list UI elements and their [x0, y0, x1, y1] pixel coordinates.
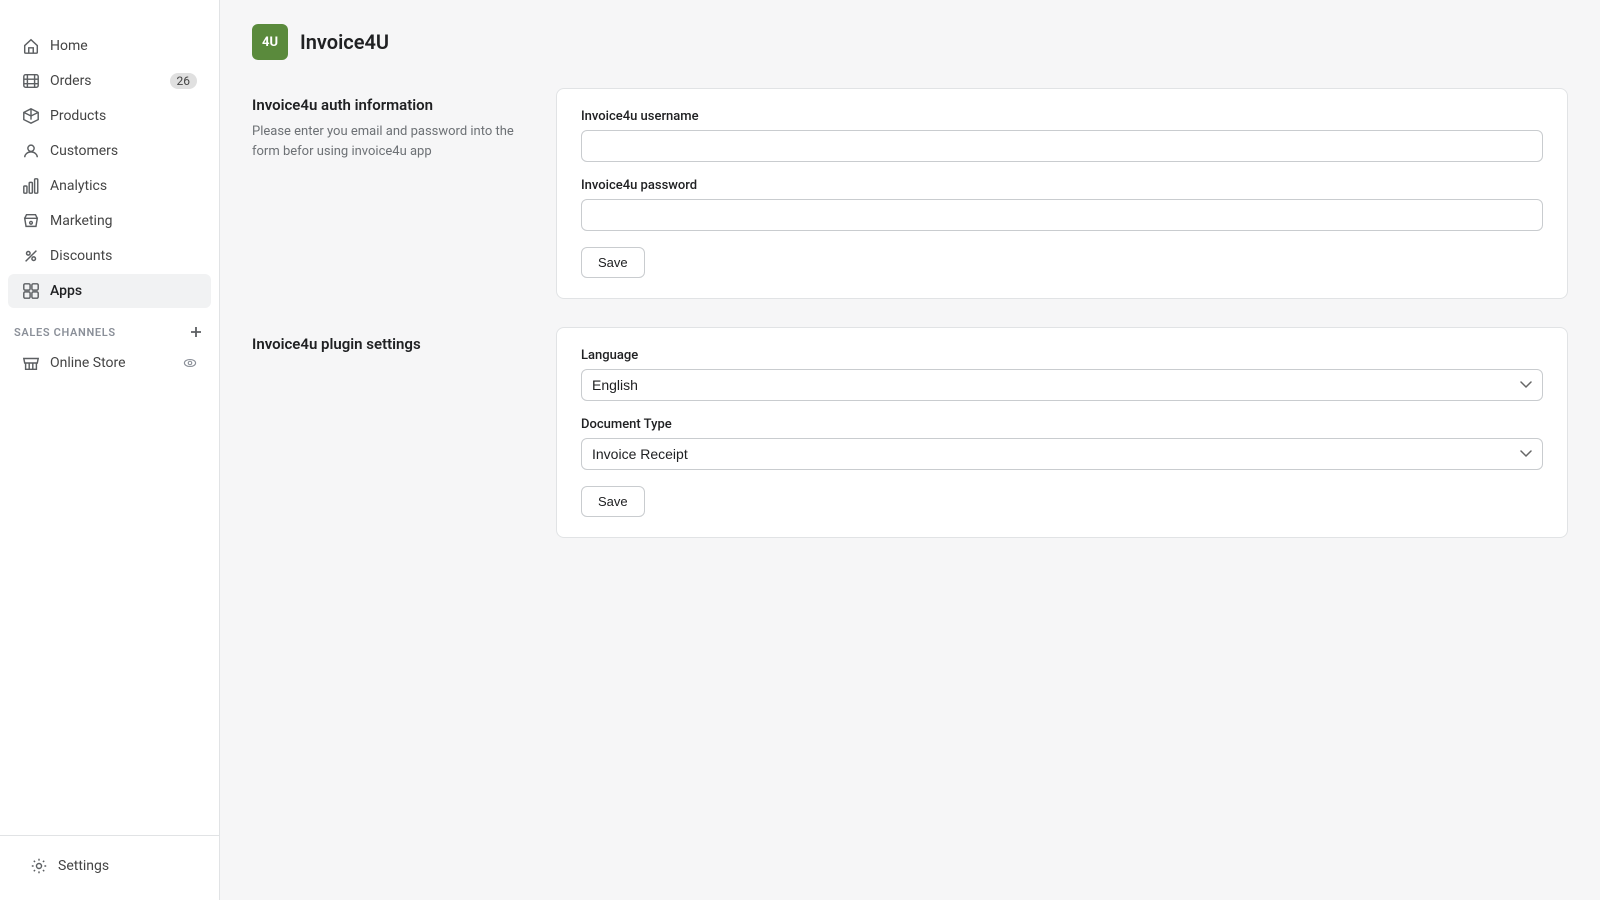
username-input[interactable] — [581, 130, 1543, 162]
password-group: Invoice4u password — [581, 178, 1543, 231]
customers-icon — [22, 142, 40, 160]
document-type-group: Document Type Invoice Receipt Invoice Re… — [581, 417, 1543, 470]
auth-section-text: Please enter you email and password into… — [252, 122, 532, 161]
marketing-icon — [22, 212, 40, 230]
sidebar-nav: Home Orders 26 Products — [0, 24, 219, 835]
analytics-icon — [22, 177, 40, 195]
sidebar-item-marketing[interactable]: Marketing — [8, 204, 211, 238]
username-label: Invoice4u username — [581, 109, 1543, 124]
auth-card: Invoice4u username Invoice4u password Sa… — [556, 88, 1568, 299]
sidebar-top — [0, 0, 219, 24]
sidebar-item-online-store[interactable]: Online Store — [8, 346, 211, 380]
sales-channels-section: SALES CHANNELS — [0, 309, 219, 345]
discounts-icon — [22, 247, 40, 265]
sidebar-item-label: Products — [50, 108, 106, 124]
sidebar-item-customers[interactable]: Customers — [8, 134, 211, 168]
sidebar-item-label: Analytics — [50, 178, 107, 194]
app-logo: 4U — [252, 24, 288, 60]
username-group: Invoice4u username — [581, 109, 1543, 162]
sales-channels-label: SALES CHANNELS — [14, 326, 116, 339]
document-type-label: Document Type — [581, 417, 1543, 432]
sidebar-item-discounts[interactable]: Discounts — [8, 239, 211, 273]
sidebar-item-products[interactable]: Products — [8, 99, 211, 133]
app-header: 4U Invoice4U — [252, 24, 1568, 60]
online-store-visibility-icon — [183, 356, 197, 370]
orders-badge: 26 — [170, 73, 198, 89]
language-select[interactable]: English Hebrew Arabic — [581, 369, 1543, 401]
sidebar-item-label: Discounts — [50, 248, 112, 264]
sidebar-item-label: Customers — [50, 143, 118, 159]
password-label: Invoice4u password — [581, 178, 1543, 193]
language-label: Language — [581, 348, 1543, 363]
sidebar: Home Orders 26 Products — [0, 0, 220, 900]
document-type-select[interactable]: Invoice Receipt Invoice Receipt — [581, 438, 1543, 470]
sidebar-item-label: Home — [50, 38, 88, 54]
sidebar-item-apps[interactable]: Apps — [8, 274, 211, 308]
settings-icon — [30, 857, 48, 875]
password-input[interactable] — [581, 199, 1543, 231]
plugin-section-title: Invoice4u plugin settings — [252, 335, 532, 353]
auth-section-title: Invoice4u auth information — [252, 96, 532, 114]
plugin-section: Invoice4u plugin settings Language Engli… — [252, 327, 1568, 558]
plugin-section-form: Language English Hebrew Arabic Document … — [556, 327, 1568, 558]
add-sales-channel-button[interactable] — [187, 323, 205, 341]
home-icon — [22, 37, 40, 55]
sidebar-item-analytics[interactable]: Analytics — [8, 169, 211, 203]
auth-section-form: Invoice4u username Invoice4u password Sa… — [556, 88, 1568, 319]
sidebar-item-label: Orders — [50, 73, 92, 89]
apps-icon — [22, 282, 40, 300]
products-icon — [22, 107, 40, 125]
sidebar-item-home[interactable]: Home — [8, 29, 211, 63]
sidebar-item-settings[interactable]: Settings — [16, 849, 203, 883]
auth-section-description: Invoice4u auth information Please enter … — [252, 88, 532, 161]
plugin-save-button[interactable]: Save — [581, 486, 645, 517]
auth-save-button[interactable]: Save — [581, 247, 645, 278]
main-content: 4U Invoice4U Invoice4u auth information … — [220, 0, 1600, 900]
store-icon — [22, 354, 40, 372]
sidebar-item-orders[interactable]: Orders 26 — [8, 64, 211, 98]
page-title: Invoice4U — [300, 30, 389, 54]
plugin-section-description: Invoice4u plugin settings — [252, 327, 532, 361]
sidebar-item-label: Apps — [50, 283, 82, 299]
auth-section: Invoice4u auth information Please enter … — [252, 88, 1568, 319]
plugin-card: Language English Hebrew Arabic Document … — [556, 327, 1568, 538]
sidebar-item-label: Settings — [58, 858, 109, 874]
sidebar-item-label: Marketing — [50, 213, 113, 229]
language-group: Language English Hebrew Arabic — [581, 348, 1543, 401]
sidebar-item-label: Online Store — [50, 355, 126, 371]
orders-icon — [22, 72, 40, 90]
sidebar-bottom: Settings — [0, 835, 219, 900]
